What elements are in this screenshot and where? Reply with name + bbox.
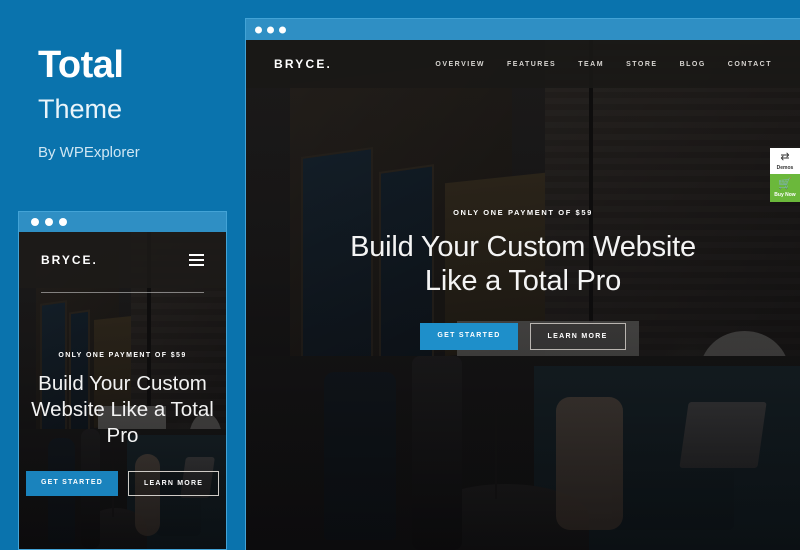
nav-item-overview[interactable]: OVERVIEW — [435, 61, 485, 68]
mobile-hero-title: Build Your Custom Website Like a Total P… — [31, 372, 214, 448]
desktop-site-nav: OVERVIEW FEATURES TEAM STORE BLOG CONTAC… — [435, 61, 772, 68]
nav-item-store[interactable]: STORE — [626, 61, 658, 68]
nav-item-team[interactable]: TEAM — [578, 61, 604, 68]
desktop-hero-title: Build Your Custom Website Like a Total P… — [350, 231, 696, 299]
mobile-get-started-button[interactable]: GET STARTED — [25, 470, 119, 496]
shopping-cart-icon: 🛒 — [778, 177, 792, 190]
window-close-dot[interactable] — [31, 218, 39, 226]
mobile-site-header: BRYCE. — [19, 232, 226, 288]
desktop-hero-eyebrow: ONLY ONE PAYMENT OF $59 — [453, 207, 593, 217]
window-minimize-dot[interactable] — [45, 218, 53, 226]
mobile-header-divider — [41, 292, 204, 293]
desktop-get-started-button[interactable]: GET STARTED — [420, 323, 518, 351]
desktop-hero-buttons: GET STARTED LEARN MORE — [420, 323, 626, 351]
desktop-site-brand[interactable]: BRYCE. — [274, 57, 332, 71]
mobile-window-chrome-bar — [19, 212, 226, 232]
desktop-hero-section: ONLY ONE PAYMENT OF $59 Build Your Custo… — [246, 88, 800, 550]
desktop-viewport: BRYCE. OVERVIEW FEATURES TEAM STORE BLOG… — [246, 40, 800, 550]
window-maximize-dot[interactable] — [59, 218, 67, 226]
desktop-window-controls — [255, 26, 286, 33]
demos-button-label: Demos — [776, 164, 794, 171]
mobile-hero-buttons: GET STARTED LEARN MORE — [25, 470, 220, 496]
promo-subtitle: Theme — [38, 93, 123, 124]
buy-now-button[interactable]: 🛒 Buy Now — [770, 174, 800, 202]
desktop-preview-window: BRYCE. OVERVIEW FEATURES TEAM STORE BLOG… — [245, 18, 800, 550]
mobile-window-controls — [31, 218, 67, 226]
demos-button[interactable]: ⇄ Demos — [770, 148, 800, 174]
mobile-site-brand[interactable]: BRYCE. — [41, 253, 98, 267]
mobile-preview-window: BRYCE. ONLY ONE PAYMENT OF $59 Build You… — [18, 211, 227, 550]
desktop-learn-more-button[interactable]: LEARN MORE — [529, 323, 626, 351]
mobile-viewport: BRYCE. ONLY ONE PAYMENT OF $59 Build You… — [19, 232, 226, 549]
nav-item-features[interactable]: FEATURES — [507, 61, 556, 68]
desktop-site-header: BRYCE. OVERVIEW FEATURES TEAM STORE BLOG… — [246, 40, 800, 88]
hamburger-menu-icon[interactable] — [189, 254, 204, 266]
buy-now-button-label: Buy Now — [774, 191, 796, 198]
promo-title: Total — [38, 44, 124, 86]
nav-item-blog[interactable]: BLOG — [680, 61, 706, 68]
floating-side-buttons: ⇄ Demos 🛒 Buy Now — [770, 148, 800, 202]
window-maximize-dot[interactable] — [279, 26, 286, 33]
desktop-window-chrome-bar — [246, 19, 800, 40]
window-minimize-dot[interactable] — [267, 26, 274, 33]
mobile-hero-section: ONLY ONE PAYMENT OF $59 Build Your Custo… — [19, 304, 226, 549]
desktop-hero-title-line1: Build Your Custom Website — [350, 230, 696, 263]
window-close-dot[interactable] — [255, 26, 262, 33]
demos-swap-icon: ⇄ — [780, 150, 790, 163]
desktop-hero-title-line2: Like a Total Pro — [424, 264, 622, 297]
nav-item-contact[interactable]: CONTACT — [728, 61, 772, 68]
promo-byline: By WPExplorer — [38, 143, 140, 161]
mobile-hero-eyebrow: ONLY ONE PAYMENT OF $59 — [58, 352, 187, 359]
mobile-learn-more-button[interactable]: LEARN MORE — [128, 470, 220, 496]
